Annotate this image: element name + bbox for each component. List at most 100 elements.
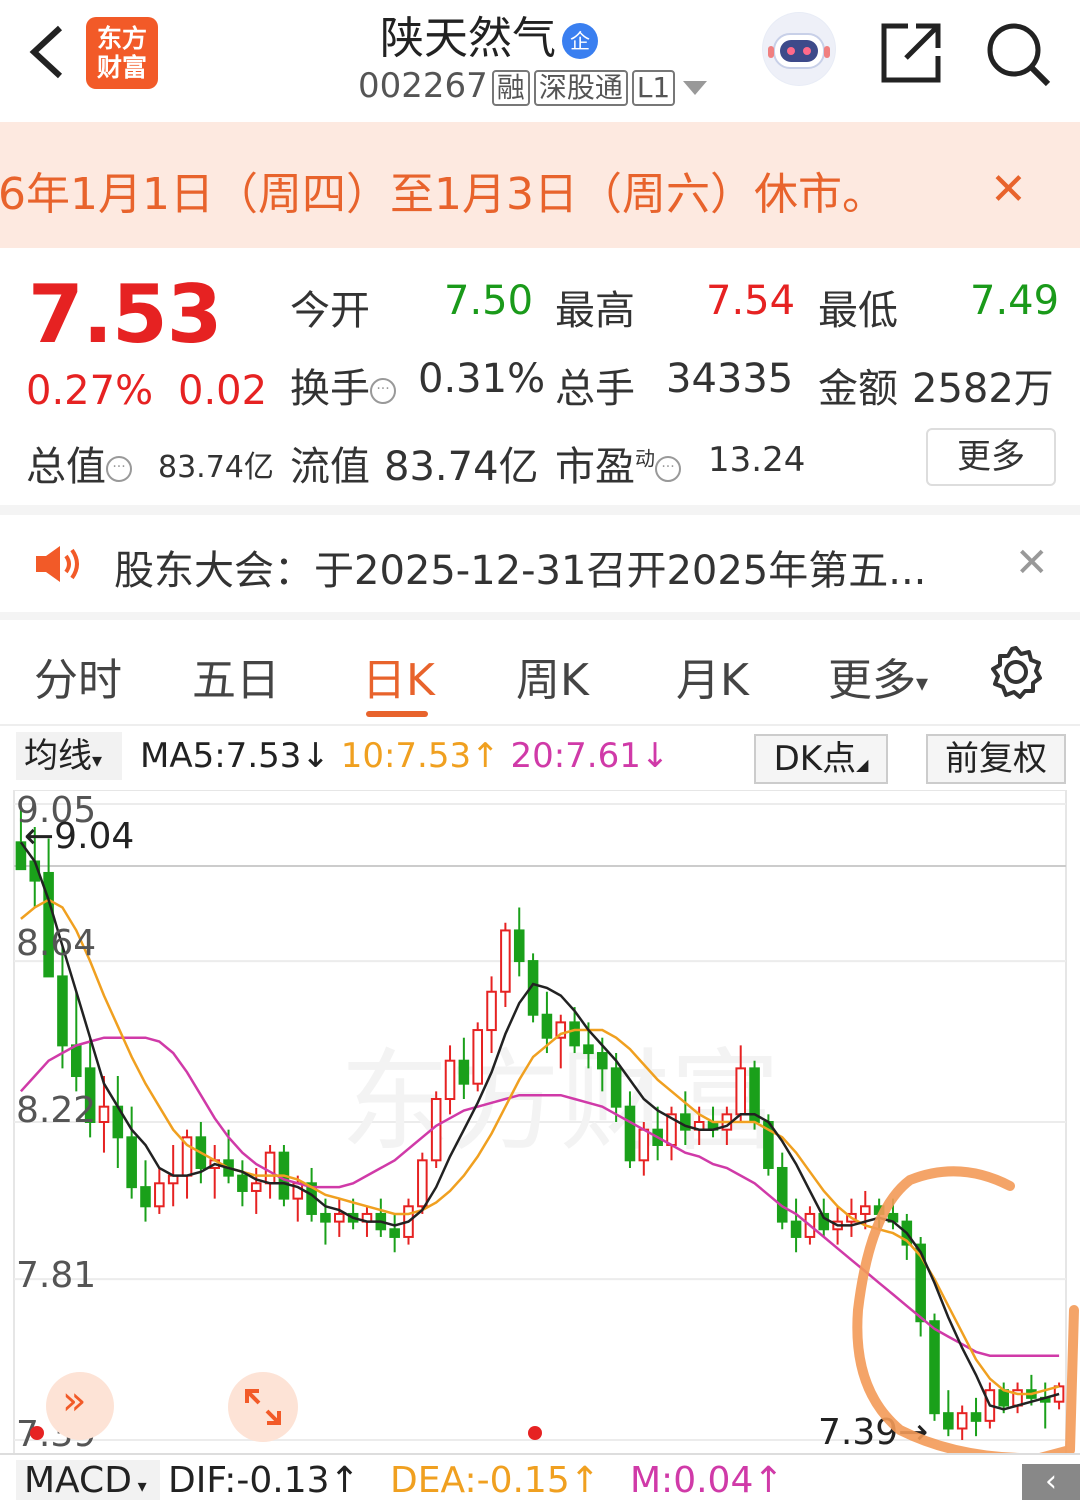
event-dot[interactable] <box>528 1426 542 1440</box>
chevron-left-icon[interactable] <box>22 22 72 82</box>
double-chevron-right-icon: » <box>62 1378 87 1424</box>
pe-label: 市盈 <box>555 444 635 490</box>
info-icon: ··· <box>106 456 132 482</box>
forward-button[interactable]: » <box>46 1372 114 1440</box>
mktcap-field[interactable]: 总值 ··· <box>26 434 132 492</box>
mktcap-value: 83.74亿 <box>158 450 274 485</box>
macd-selector-label: MACD <box>24 1460 132 1501</box>
adjust-button[interactable]: 前复权 <box>926 734 1066 784</box>
volume-value: 34335 <box>666 356 794 402</box>
info-icon: ··· <box>370 378 396 404</box>
gear-icon[interactable] <box>988 644 1044 700</box>
change-amount: 0.02 <box>178 368 268 414</box>
change-percent: 0.27% <box>26 368 154 414</box>
pe-field[interactable]: 市盈动 ··· <box>555 434 681 492</box>
ma-selector[interactable]: 均线▾ <box>16 732 122 780</box>
tab-more[interactable]: 更多▾ <box>828 644 928 708</box>
stock-code-row[interactable]: 002267 融深股通 L1 <box>358 66 708 106</box>
candle-body <box>859 1205 871 1215</box>
macd-bar: MACD ▾ DIF:-0.13↑ DEA:-0.15↑ M:0.04↑ ‹ <box>0 1454 1080 1501</box>
candle-body <box>444 1059 456 1101</box>
divider <box>0 612 1080 620</box>
amount-label: 金额 <box>818 366 898 412</box>
candle-body <box>458 1059 470 1085</box>
divider <box>0 724 1080 726</box>
candle-body <box>596 1052 608 1070</box>
high-marker-label: ←9.04 <box>24 816 134 857</box>
announcement-text[interactable]: 股东大会：于2025-12-31召开2025年第五... <box>114 538 926 596</box>
amount-value: 2582万 <box>912 366 1054 412</box>
candle-body <box>486 990 497 1032</box>
dk-label: DK点 <box>773 739 857 779</box>
candle-body <box>638 1128 650 1162</box>
pe-value: 13.24 <box>708 440 806 480</box>
candle-body <box>154 1182 165 1208</box>
chevron-down-icon[interactable] <box>683 80 708 95</box>
high-value: 7.54 <box>706 278 796 324</box>
arrow-down-icon: ↓ <box>301 736 330 776</box>
high-label: 最高 <box>555 288 635 334</box>
close-icon[interactable]: ✕ <box>1015 540 1049 586</box>
kline-chart[interactable]: 东方财富 9.058.648.227.817.39←9.047.39→ <box>0 790 1080 1454</box>
tab-more-label: 更多 <box>828 655 916 706</box>
turnover-field[interactable]: 换手 ··· <box>290 356 396 414</box>
active-tab-indicator <box>366 711 428 717</box>
ma20-value: 20:7.61 <box>510 736 641 776</box>
candle-body <box>513 929 525 963</box>
tab-intraday[interactable]: 分时 <box>34 644 122 708</box>
chevron-left-icon: ‹ <box>1045 1464 1057 1499</box>
logo-line-2: 财富 <box>96 53 147 82</box>
more-quote-button[interactable]: 更多 <box>926 428 1056 486</box>
tab-daily-k[interactable]: 日K <box>362 644 435 708</box>
arrow-up-icon: ↑ <box>753 1460 784 1501</box>
dk-point-button[interactable]: DK点◢ <box>754 734 888 784</box>
dea-text: DEA:-0.15 <box>390 1460 570 1501</box>
stock-title: 陕天然气企 <box>380 2 700 66</box>
tag-margin: 融 <box>491 69 530 106</box>
y-axis-label: 7.81 <box>16 1255 96 1296</box>
tab-five-day[interactable]: 五日 <box>192 644 280 708</box>
arrow-up-icon: ↑ <box>471 736 500 776</box>
tag-connect: 深股通 <box>533 69 628 106</box>
stock-code: 002267 <box>358 66 488 106</box>
collapse-panel-button[interactable]: ‹ <box>1022 1464 1080 1500</box>
divider <box>0 505 1080 515</box>
candle-body <box>541 1013 553 1039</box>
candle-body <box>389 1228 400 1238</box>
candle-body <box>624 1105 636 1162</box>
close-icon[interactable]: ✕ <box>990 164 1027 215</box>
info-icon: ··· <box>655 456 681 482</box>
volume-label: 总手 <box>555 366 635 412</box>
candle-body <box>57 975 68 1047</box>
tab-monthly-k[interactable]: 月K <box>676 644 749 708</box>
macd-selector[interactable]: MACD ▾ <box>16 1460 160 1501</box>
candle-body <box>583 1044 594 1055</box>
float-label: 流值 <box>290 444 370 490</box>
arrow-up-icon: ↑ <box>329 1460 360 1501</box>
robot-avatar-icon[interactable] <box>762 12 836 86</box>
ma10-value: 10:7.53 <box>340 736 472 776</box>
ma5-value: MA5:7.53 <box>140 736 302 776</box>
candle-body <box>70 1044 82 1078</box>
candle-body <box>140 1186 151 1208</box>
expand-arrows-icon <box>245 1389 281 1425</box>
holiday-notice-banner: 26年1月1日（周四）至1月3日（周六）休市。 ✕ <box>0 122 1080 248</box>
dea-value: DEA:-0.15↑ <box>390 1460 600 1501</box>
tab-weekly-k[interactable]: 周K <box>516 644 589 708</box>
dif-text: DIF:-0.13 <box>168 1460 330 1501</box>
logo-line-1: 东方 <box>96 24 147 53</box>
search-icon[interactable] <box>984 20 1052 88</box>
stock-name: 陕天然气 <box>380 13 556 64</box>
candle-body <box>250 1182 262 1192</box>
share-icon[interactable] <box>878 20 944 86</box>
candle-body <box>333 1212 345 1223</box>
candle-body <box>417 1159 428 1208</box>
candle-body <box>735 1067 747 1116</box>
float-value: 83.74亿 <box>384 444 539 490</box>
turnover-label: 换手 <box>290 366 370 412</box>
candle-body <box>500 929 511 993</box>
expand-button[interactable] <box>228 1372 298 1442</box>
candle-body <box>98 1105 110 1124</box>
event-dot[interactable] <box>30 1426 44 1440</box>
app-logo[interactable]: 东方 财富 <box>86 17 158 89</box>
